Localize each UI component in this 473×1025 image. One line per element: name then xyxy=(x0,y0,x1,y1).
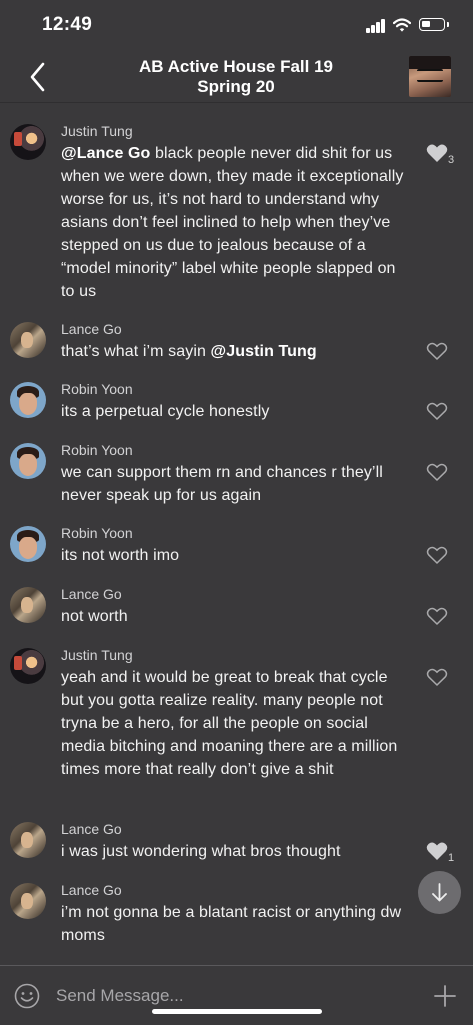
avatar[interactable] xyxy=(10,587,46,623)
message-text: not worth xyxy=(61,608,128,625)
message-text: i was just wondering what bros thought xyxy=(61,843,341,860)
message-author: Justin Tung xyxy=(61,647,133,663)
message-author: Robin Yoon xyxy=(61,525,133,541)
avatar[interactable] xyxy=(10,526,46,562)
message-author: Robin Yoon xyxy=(61,381,133,397)
chat-title-line1: AB Active House Fall 19 xyxy=(139,57,333,76)
status-time: 12:49 xyxy=(42,14,93,35)
message-text: its a perpetual cycle honestly xyxy=(61,403,270,420)
avatar[interactable] xyxy=(10,382,46,418)
heart-icon[interactable] xyxy=(426,545,448,565)
mention[interactable]: @Lance Go xyxy=(61,145,150,162)
message-author: Robin Yoon xyxy=(61,442,133,458)
message-text: we can support them rn and chances r the… xyxy=(61,464,383,504)
wifi-icon xyxy=(393,18,411,32)
heart-icon[interactable] xyxy=(426,401,448,421)
message-composer: Send Message... xyxy=(0,965,473,1025)
heart-icon[interactable] xyxy=(426,606,448,626)
message-text: yeah and it would be great to break that… xyxy=(61,669,398,778)
chevron-left-icon[interactable] xyxy=(26,60,50,94)
scroll-to-bottom-button[interactable] xyxy=(418,871,461,914)
message-author: Lance Go xyxy=(61,821,122,837)
group-avatar[interactable] xyxy=(409,56,451,97)
message-list[interactable]: Justin Tung @Lance Go black people never… xyxy=(0,103,473,965)
message-text: its not worth imo xyxy=(61,547,180,564)
message-text: i’m not gonna be a blatant racist or any… xyxy=(61,904,402,944)
message-author: Lance Go xyxy=(61,586,122,602)
chat-title-line2: Spring 20 xyxy=(197,77,275,96)
message-text: @Lance Go black people never did shit fo… xyxy=(61,145,404,300)
heart-icon[interactable] xyxy=(426,841,448,861)
avatar[interactable] xyxy=(10,822,46,858)
message-author: Lance Go xyxy=(61,882,122,898)
message-text: that’s what i’m sayin @Justin Tung xyxy=(61,343,317,360)
battery-icon xyxy=(419,18,445,31)
message-input[interactable]: Send Message... xyxy=(56,986,184,1006)
avatar[interactable] xyxy=(10,648,46,684)
mention[interactable]: @Justin Tung xyxy=(211,343,317,360)
smiley-icon[interactable] xyxy=(14,983,40,1009)
avatar[interactable] xyxy=(10,883,46,919)
chat-header: AB Active House Fall 19 Spring 20 xyxy=(0,50,473,103)
arrow-down-icon xyxy=(432,883,447,902)
message-author: Justin Tung xyxy=(61,123,133,139)
plus-icon[interactable] xyxy=(433,984,457,1008)
status-bar: 12:49 xyxy=(0,0,473,50)
heart-icon[interactable] xyxy=(426,143,448,163)
message-author: Lance Go xyxy=(61,321,122,337)
like-count: 3 xyxy=(448,154,455,166)
avatar[interactable] xyxy=(10,124,46,160)
heart-icon[interactable] xyxy=(426,462,448,482)
avatar[interactable] xyxy=(10,322,46,358)
like-count: 1 xyxy=(448,852,455,864)
home-indicator xyxy=(152,1009,322,1014)
avatar[interactable] xyxy=(10,443,46,479)
heart-icon[interactable] xyxy=(426,667,448,687)
signal-icon xyxy=(366,19,386,33)
heart-icon[interactable] xyxy=(426,341,448,361)
